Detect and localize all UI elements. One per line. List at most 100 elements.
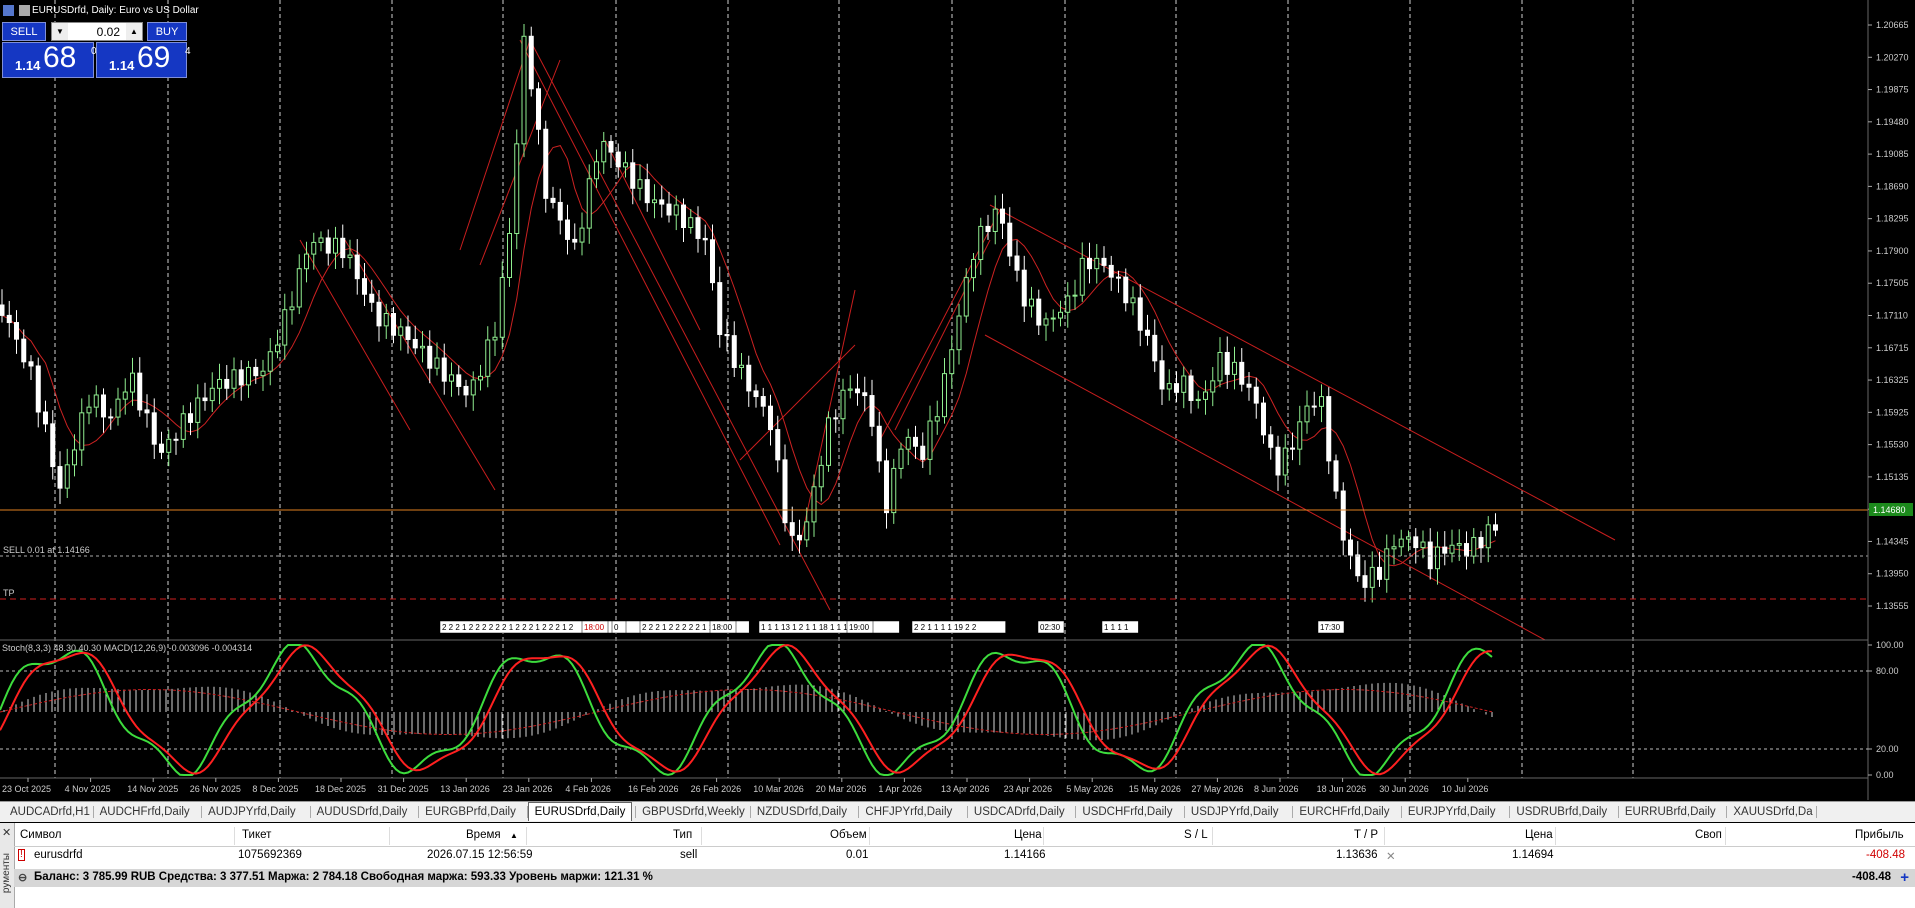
sort-asc-icon[interactable]: ▲ (510, 831, 518, 840)
tab-usdrubrfd-daily[interactable]: USDRUBrfd,Daily (1510, 804, 1613, 820)
tab-xauusdrfd-da[interactable]: XAUUSDrfd,Da (1727, 804, 1818, 820)
tab-chfjpyrfd-daily[interactable]: CHFJPYrfd,Daily (859, 804, 958, 820)
tab-audusdrfd-daily[interactable]: AUDUSDrfd,Daily (311, 804, 414, 820)
candle-body (318, 237, 324, 243)
lot-size-field[interactable]: ▼ 0.02 ▲ (51, 22, 143, 41)
close-icon[interactable]: ✕ (2, 826, 11, 839)
candle-body (898, 448, 904, 469)
candle-body (1079, 257, 1085, 296)
tab-usdcadrfd-daily[interactable]: USDCADrfd,Daily (968, 804, 1071, 820)
date-label: 1 Apr 2026 (878, 784, 922, 794)
tab-usdchfrfd-daily[interactable]: USDCHFrfd,Daily (1076, 804, 1178, 820)
tab-eurchfrfd-daily[interactable]: EURCHFrfd,Daily (1293, 804, 1395, 820)
date-label: 10 Jul 2026 (1442, 784, 1489, 794)
candle-body (304, 253, 309, 270)
col-profit[interactable]: Прибыль (1855, 829, 1904, 841)
date-label: 20 Mar 2026 (816, 784, 867, 794)
candle-body (296, 268, 302, 308)
candle-body (57, 466, 63, 489)
sell-button[interactable]: SELL (2, 22, 46, 41)
candle-body (246, 366, 251, 386)
tab-eurgbprfd-daily[interactable]: EURGBPrfd,Daily (419, 804, 522, 820)
row-tp[interactable]: 1.13636 (1336, 849, 1378, 861)
bid-big: 68 (43, 41, 77, 74)
candle-body (1000, 208, 1005, 224)
candle-body (1181, 375, 1187, 393)
collapse-icon[interactable]: ⊖ (18, 871, 27, 884)
tab-separator (1816, 806, 1817, 818)
candle-body (1333, 460, 1339, 492)
candle-body (1493, 524, 1498, 531)
candle-body (347, 254, 353, 259)
col-volume[interactable]: Объем (830, 829, 867, 841)
candle-body (1043, 318, 1049, 326)
price-label: 1.17505 (1876, 278, 1909, 288)
date-label: 4 Nov 2025 (65, 784, 111, 794)
candle (1326, 387, 1332, 475)
candle-body (1058, 311, 1063, 319)
candle-body (115, 398, 121, 418)
candle-body (108, 416, 114, 419)
bid-prefix: 1.14 (15, 58, 41, 73)
candle-body (1369, 566, 1375, 588)
lot-decrease-icon[interactable]: ▼ (52, 23, 68, 40)
event-label: 18:00 (712, 623, 733, 632)
candle-body (804, 521, 810, 541)
candle-body (942, 373, 947, 418)
date-label: 16 Feb 2026 (628, 784, 679, 794)
terminal-panel: ✕ рументы Символ Тикет Время ▲ Тип Объем… (0, 823, 1915, 908)
candle-body (1311, 405, 1317, 408)
tab-nzdusdrfd-daily[interactable]: NZDUSDrfd,Daily (751, 804, 853, 820)
ask-price[interactable]: 1.14 69 4 (96, 41, 191, 78)
col-time[interactable]: Время (466, 829, 501, 841)
price-label: 1.18295 (1876, 214, 1909, 224)
candle-body (1413, 536, 1419, 549)
date-label: 18 Jun 2026 (1317, 784, 1367, 794)
candle-body (1398, 538, 1404, 548)
tab-eurjpyrfd-daily[interactable]: EURJPYrfd,Daily (1402, 804, 1502, 820)
candle-body (956, 315, 962, 351)
tab-audchfrfd-daily[interactable]: AUDCHFrfd,Daily (94, 804, 196, 820)
col-cur-price[interactable]: Цена (1525, 829, 1553, 841)
tab-eurusdrfd-daily[interactable]: EURUSDrfd,Daily (527, 802, 633, 821)
tab-audjpyrfd-daily[interactable]: AUDJPYrfd,Daily (202, 804, 302, 820)
candle-body (543, 128, 549, 199)
date-label: 26 Nov 2025 (190, 784, 241, 794)
price-chart[interactable]: 2 2 2 1 2 2 2 2 2 2 1 2 2 2 1 2 2 2 1 2 1… (0, 0, 1915, 800)
date-label: 31 Dec 2025 (378, 784, 429, 794)
bid-price[interactable]: 1.14 68 0 (2, 41, 97, 78)
candle-body (565, 219, 570, 240)
remove-tp-icon[interactable]: ✕ (1386, 849, 1396, 863)
candle-body (1464, 543, 1469, 557)
add-icon[interactable]: + (1900, 869, 1909, 886)
candle-body (927, 420, 933, 460)
candle-body (557, 201, 563, 221)
candle-body (1478, 536, 1484, 549)
table-row[interactable]: ! eurusdrfd 1075692369 2026.07.15 12:56:… (14, 847, 1915, 865)
candle-body (1159, 360, 1165, 390)
lot-increase-icon[interactable]: ▲ (126, 23, 142, 40)
tab-eurrubrfd-daily[interactable]: EURRUBrfd,Daily (1619, 804, 1722, 820)
candle-body (1130, 297, 1136, 304)
candle (514, 129, 520, 250)
lot-value[interactable]: 0.02 (97, 25, 120, 39)
row-volume: 0.01 (846, 849, 869, 861)
candle-body (891, 467, 897, 514)
ask-big: 69 (137, 41, 171, 74)
col-price[interactable]: Цена (1014, 829, 1042, 841)
col-swap[interactable]: Своп (1695, 829, 1722, 841)
candle-body (405, 326, 411, 340)
col-type[interactable]: Тип (673, 829, 692, 841)
buy-button[interactable]: BUY (147, 22, 187, 41)
tab-audcadrfd-h1[interactable]: AUDCADrfd,H1 (4, 804, 96, 820)
candle-body (499, 277, 505, 338)
price-label: 1.16325 (1876, 375, 1909, 385)
tab-gbpusdrfd-weekly[interactable]: GBPUSDrfd,Weekly (636, 804, 751, 820)
col-sl[interactable]: S / L (1184, 829, 1208, 841)
candle-body (1246, 383, 1252, 388)
tab-usdjpyrfd-daily[interactable]: USDJPYrfd,Daily (1185, 804, 1285, 820)
col-symbol[interactable]: Символ (20, 829, 61, 841)
col-tp[interactable]: T / P (1354, 829, 1378, 841)
col-ticket[interactable]: Тикет (242, 829, 271, 841)
candle-body (876, 425, 882, 462)
